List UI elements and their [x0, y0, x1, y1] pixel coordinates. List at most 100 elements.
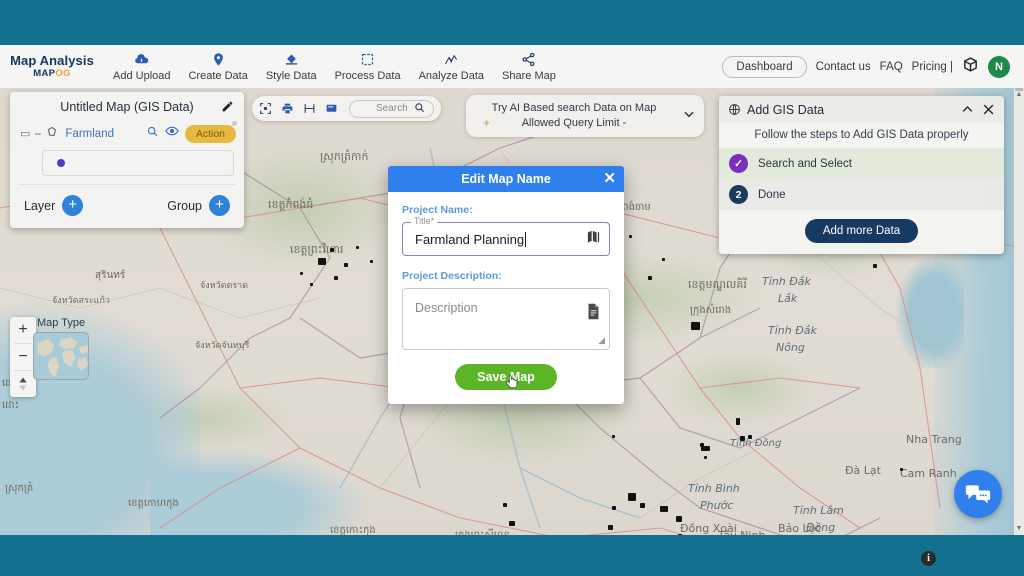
app-header: Map Analysis MAPOG Add Upload Create Data… — [0, 45, 1024, 88]
search-input[interactable]: Search — [349, 99, 434, 118]
title-input-value: Farmland Planning — [415, 231, 525, 247]
map-book-icon[interactable] — [586, 229, 601, 249]
modal-title: Edit Map Name — [461, 172, 551, 186]
chat-bubbles-icon — [965, 485, 991, 504]
layer-action-button[interactable]: Action — [184, 124, 236, 143]
modal-header: Edit Map Name ✕ — [388, 166, 624, 192]
farmland-point — [628, 493, 636, 501]
farmland-point — [900, 468, 903, 471]
chevron-up-icon[interactable] — [960, 102, 975, 117]
farmland-point — [701, 446, 710, 451]
contact-us-link[interactable]: Contact us — [816, 61, 871, 73]
step-badge-icon: ✓ — [729, 154, 748, 173]
title-input[interactable]: Farmland Planning — [402, 222, 610, 256]
farmland-point — [648, 276, 652, 280]
page-scrollbar[interactable]: ▲ ▼ — [1014, 88, 1024, 535]
farmland-point — [676, 516, 682, 522]
save-map-button[interactable]: Save Map — [455, 364, 557, 390]
zoom-to-layer-icon[interactable] — [146, 125, 159, 143]
farmland-point — [704, 456, 707, 459]
map-pin-icon — [211, 52, 226, 67]
symbol-dot-icon — [57, 159, 65, 167]
pencil-icon[interactable] — [221, 100, 234, 118]
dashboard-button[interactable]: Dashboard — [722, 55, 807, 78]
farmland-point — [629, 235, 632, 238]
close-icon[interactable] — [981, 102, 996, 117]
farmland-point — [873, 264, 877, 268]
farmland-point — [691, 322, 700, 330]
scroll-up-arrow[interactable]: ▲ — [1015, 90, 1023, 99]
print-icon[interactable] — [281, 102, 294, 115]
add-group-button[interactable]: + — [209, 195, 230, 216]
cloud-upload-icon — [134, 52, 149, 67]
layer-symbol-preview[interactable] — [42, 150, 234, 176]
scroll-down-arrow[interactable]: ▼ — [1015, 524, 1023, 533]
drag-handle-icon[interactable]: ▭ — [20, 127, 30, 140]
package-icon[interactable] — [962, 56, 979, 78]
farmland-point — [356, 246, 359, 249]
brand-title: Map Analysis — [10, 52, 94, 68]
modal-footer: Save Map — [402, 364, 610, 390]
avatar[interactable]: N — [988, 55, 1010, 78]
step-badge-icon: 2 — [729, 185, 748, 204]
nav-item-add-upload[interactable]: Add Upload — [104, 52, 180, 82]
layer-name-farmland[interactable]: Farmland — [65, 128, 114, 140]
add-layer-button[interactable]: + — [62, 195, 84, 216]
main-nav: Add Upload Create Data Style Data Process D… — [104, 52, 565, 82]
gis-steps-list: ✓ Search and Select 2 Done — [719, 148, 1004, 210]
chevron-down-icon[interactable] — [674, 107, 704, 126]
title-field-wrapper: Title* Farmland Planning — [402, 216, 610, 256]
sparkle-icon: ✦ — [482, 118, 492, 130]
farmland-point — [748, 435, 752, 439]
map-type-label: Map Type — [37, 317, 86, 329]
add-more-data-button[interactable]: Add more Data — [804, 219, 919, 243]
pricing-link[interactable]: Pricing | — [912, 61, 953, 73]
farmland-point — [330, 248, 334, 252]
comment-icon[interactable] — [325, 102, 338, 115]
search-icon[interactable] — [414, 100, 425, 118]
paint-bucket-icon — [284, 52, 299, 67]
close-icon[interactable]: ✕ — [603, 170, 616, 187]
map-type-thumbnail[interactable] — [33, 332, 89, 380]
page-title: Untitled Map (GIS Data) — [60, 100, 194, 114]
polygon-icon — [46, 125, 58, 143]
layer-row[interactable]: ▭ − Farmland Action — [10, 121, 244, 146]
farmland-point — [300, 272, 303, 275]
text-caret — [525, 231, 527, 247]
add-layer-label: Layer — [24, 198, 56, 213]
brand-logo[interactable]: Map Analysis MAPOG — [6, 54, 98, 80]
nav-item-label: Style Data — [265, 69, 317, 82]
gis-step-search-and-select[interactable]: ✓ Search and Select — [719, 148, 1004, 179]
brand-subtitle: MAPOG — [33, 68, 71, 80]
nav-item-create-data[interactable]: Create Data — [180, 52, 257, 82]
nav-item-label: Process Data — [334, 69, 401, 82]
ai-search-bar[interactable]: ✦ Try AI Based search Data on Map Allowe… — [466, 95, 704, 137]
nav-item-process-data[interactable]: Process Data — [326, 52, 410, 82]
fullscreen-icon[interactable] — [259, 102, 272, 115]
edit-map-name-modal: Edit Map Name ✕ Project Name: Title* Far… — [388, 166, 624, 404]
chat-widget-button[interactable] — [954, 470, 1002, 518]
map-toolbar: Search — [252, 96, 441, 121]
action-badge-dot — [232, 121, 237, 126]
nav-item-label: Add Upload — [113, 69, 171, 82]
farmland-point — [640, 503, 645, 508]
farmland-point — [310, 283, 313, 286]
description-textarea[interactable]: Description ◢ — [402, 288, 610, 350]
search-placeholder: Search — [376, 103, 408, 114]
nav-item-share-map[interactable]: Share Map — [493, 52, 565, 82]
gis-panel-subtitle: Follow the steps to Add GIS Data properl… — [719, 123, 1004, 148]
farmland-point — [740, 436, 745, 441]
nav-item-style-data[interactable]: Style Data — [257, 52, 326, 82]
minus-icon[interactable]: − — [34, 127, 41, 141]
document-icon[interactable] — [586, 303, 601, 325]
farmland-point — [509, 521, 515, 526]
eye-icon[interactable] — [165, 124, 179, 143]
resize-handle[interactable]: ◢ — [598, 335, 605, 346]
project-description-label: Project Description: — [402, 270, 502, 282]
gis-step-done[interactable]: 2 Done — [719, 179, 1004, 210]
farmland-point — [344, 263, 348, 267]
measure-icon[interactable] — [303, 102, 316, 115]
info-button[interactable]: i — [921, 551, 936, 566]
faq-link[interactable]: FAQ — [880, 61, 903, 73]
nav-item-analyze-data[interactable]: Analyze Data — [410, 52, 493, 82]
